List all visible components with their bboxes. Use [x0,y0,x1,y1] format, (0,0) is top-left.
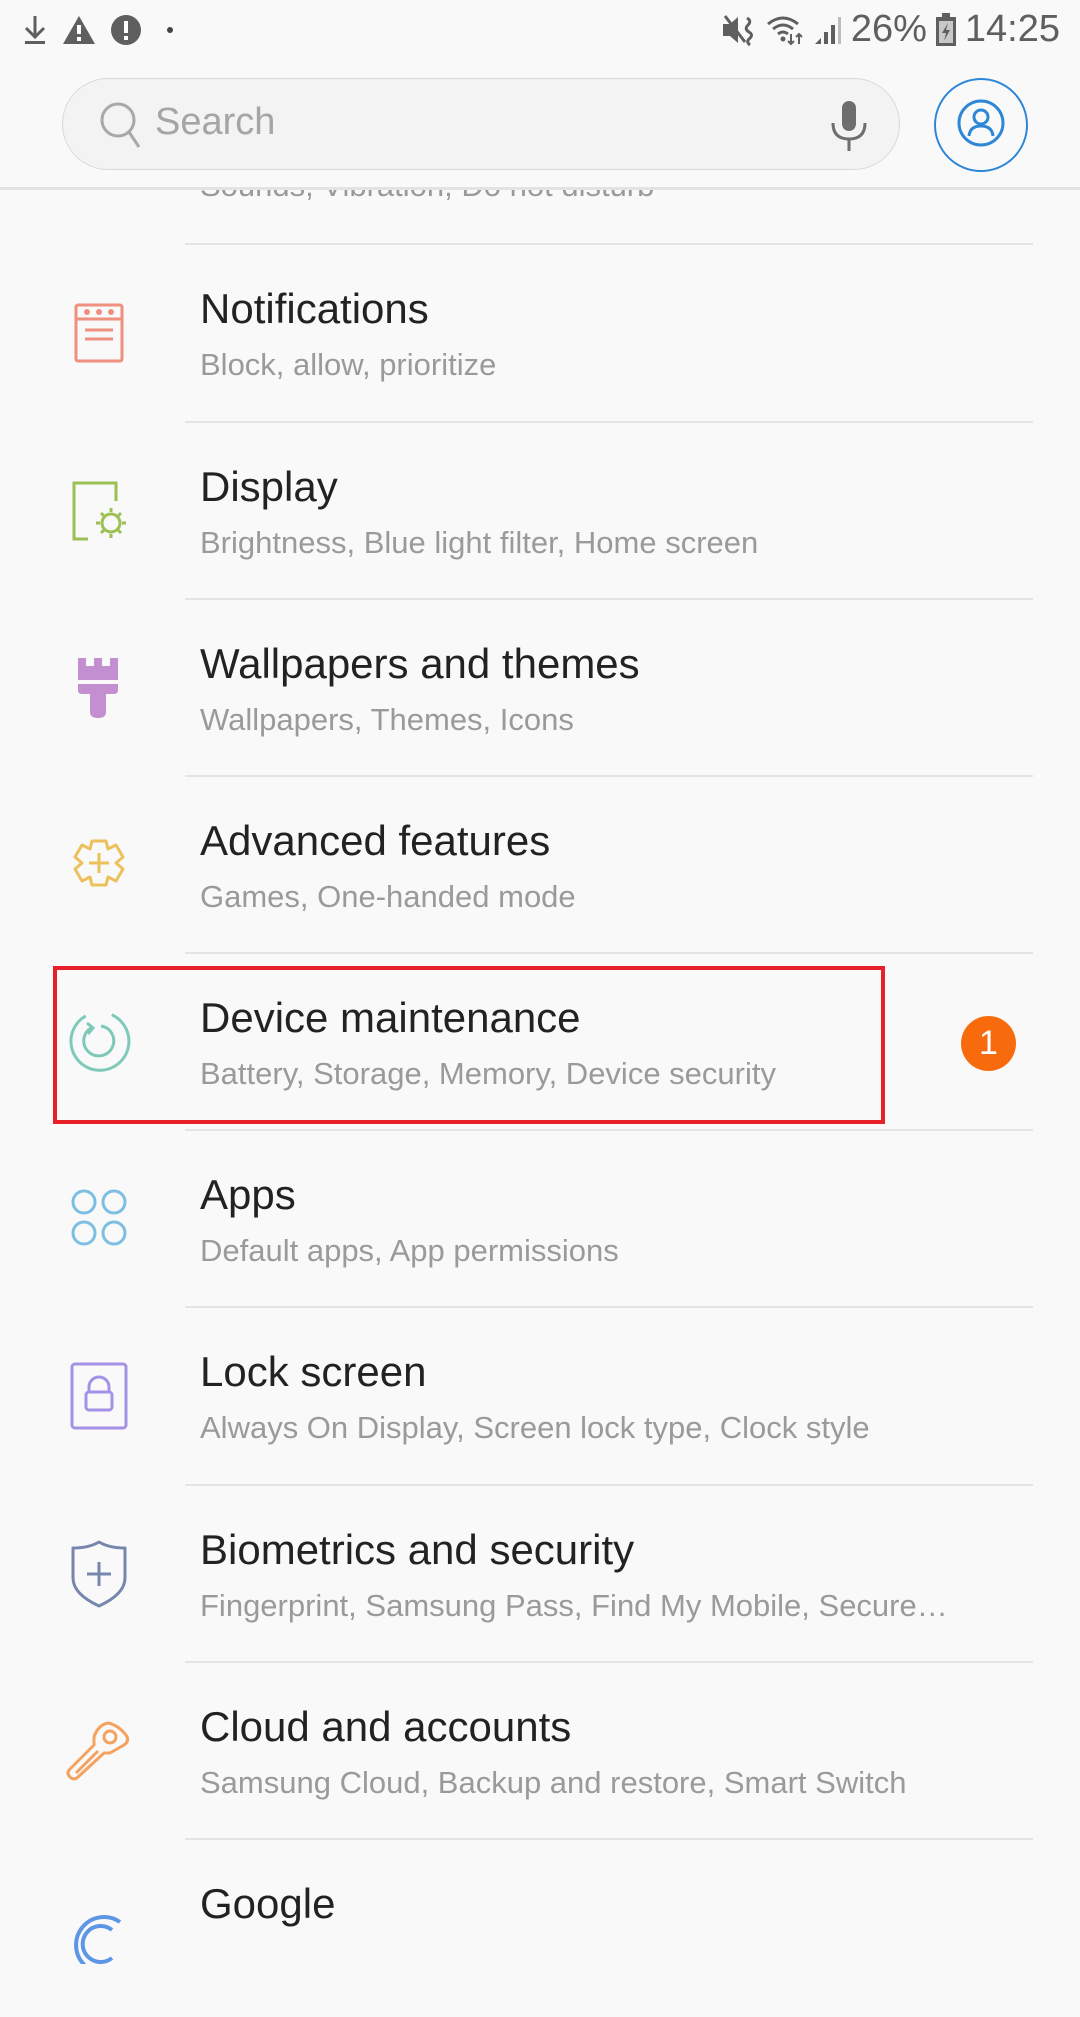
google-icon [64,1894,134,1975]
item-subtitle: Fingerprint, Samsung Pass, Find My Mobil… [200,1588,948,1623]
item-subtitle: Always On Display, Screen lock type, Clo… [200,1410,870,1445]
wifi-icon [765,12,805,48]
item-subtitle: Block, allow, prioritize [200,347,497,382]
signal-icon [813,12,843,48]
settings-item-cloud-and-accounts[interactable]: Cloud and accounts Samsung Cloud, Backup… [0,1663,1080,1840]
status-bar: 26% 14:25 [0,0,1080,62]
alert-icon [110,14,142,46]
device-maintenance-icon [64,1006,134,1076]
item-subtitle: Wallpapers, Themes, Icons [200,702,574,737]
settings-item-lock-screen[interactable]: Lock screen Always On Display, Screen lo… [0,1308,1080,1485]
item-subtitle: Battery, Storage, Memory, Device securit… [200,1056,776,1091]
item-title: Biometrics and security [200,1526,635,1573]
item-title: Device maintenance [200,994,581,1041]
warning-icon [62,14,96,46]
apps-icon [64,1183,134,1253]
paintbrush-icon [64,652,134,722]
profile-icon [956,98,1006,153]
item-title: Wallpapers and themes [200,640,640,687]
item-subtitle: Games, One-handed mode [200,879,576,914]
settings-item-wallpapers-and-themes[interactable]: Wallpapers and themes Wallpapers, Themes… [0,600,1080,777]
gear-plus-icon [64,829,134,899]
settings-item-display[interactable]: Display Brightness, Blue light filter, H… [0,423,1080,600]
display-icon [64,475,134,545]
search-icon [97,99,147,156]
download-icon [22,14,48,46]
shield-icon [64,1538,134,1608]
settings-item-google[interactable]: Google [0,1840,1080,2017]
notification-badge: 1 [961,1016,1016,1071]
profile-button[interactable] [934,78,1028,172]
settings-item-notifications[interactable]: Notifications Block, allow, prioritize [0,245,1080,422]
header: Search [0,62,1080,190]
settings-item-biometrics-and-security[interactable]: Biometrics and security Fingerprint, Sam… [0,1486,1080,1663]
settings-item-apps[interactable]: Apps Default apps, App permissions [0,1131,1080,1308]
item-subtitle: Default apps, App permissions [200,1233,619,1268]
item-title: Apps [200,1171,296,1218]
key-icon [64,1715,134,1785]
lock-icon [64,1360,134,1430]
notifications-icon [64,297,134,367]
clock: 14:25 [964,8,1060,50]
settings-item-advanced-features[interactable]: Advanced features Games, One-handed mode [0,777,1080,954]
battery-percent: 26% [850,8,927,50]
item-title: Google [200,1880,336,1927]
vibrate-mute-icon [721,12,757,48]
settings-item-device-maintenance[interactable]: Device maintenance Battery, Storage, Mem… [0,954,1080,1131]
item-title: Cloud and accounts [200,1703,572,1750]
mic-icon[interactable] [829,99,869,156]
search-input[interactable]: Search [62,78,900,170]
item-title: Display [200,463,338,510]
dot-icon [166,26,174,34]
item-title: Notifications [200,285,429,332]
battery-charging-icon [935,12,957,47]
search-placeholder: Search [155,101,276,143]
item-subtitle: Samsung Cloud, Backup and restore, Smart… [200,1765,907,1800]
item-title: Lock screen [200,1348,427,1395]
item-title: Advanced features [200,817,551,864]
item-subtitle: Brightness, Blue light filter, Home scre… [200,525,759,560]
